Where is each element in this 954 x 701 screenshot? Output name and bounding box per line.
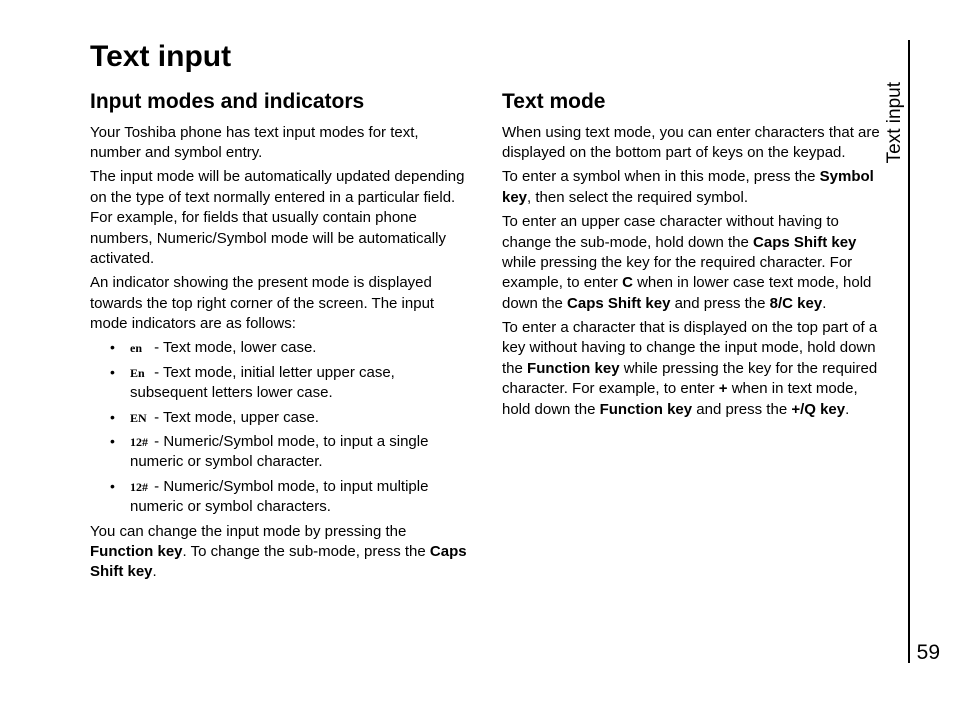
text-run: . To change the sub-mode, press the [183, 543, 430, 560]
bold-text: Function key [527, 360, 620, 377]
bold-text: 8/C key [770, 295, 823, 312]
paragraph: An indicator showing the present mode is… [90, 273, 472, 334]
paragraph: To enter a symbol when in this mode, pre… [502, 167, 884, 208]
bold-text: +/Q key [791, 401, 845, 418]
list-item: 12# - Numeric/Symbol mode, to input a si… [110, 432, 472, 473]
section-heading-input-modes: Input modes and indicators [90, 88, 472, 117]
text-run: , then select the required symbol. [527, 189, 748, 206]
list-item-text: - Text mode, lower case. [150, 339, 316, 356]
text-run: and press the [670, 295, 769, 312]
list-item-text: - Text mode, initial letter upper case, … [130, 364, 395, 401]
paragraph: To enter an upper case character without… [502, 212, 884, 314]
text-run: . [845, 401, 849, 418]
section-heading-text-mode: Text mode [502, 88, 884, 117]
text-run: and press the [692, 401, 791, 418]
bold-text: + [719, 380, 728, 397]
list-item: 12# - Numeric/Symbol mode, to input mult… [110, 477, 472, 518]
paragraph: When using text mode, you can enter char… [502, 123, 884, 164]
bold-text: Function key [90, 543, 183, 560]
page-title: Text input [90, 40, 884, 74]
text-run: . [822, 295, 826, 312]
list-item: En - Text mode, initial letter upper cas… [110, 363, 472, 404]
paragraph: You can change the input mode by pressin… [90, 522, 472, 583]
document-page: Text input Input modes and indicators Yo… [0, 0, 954, 701]
page-number: 59 [917, 641, 940, 665]
bold-text: Caps Shift key [753, 234, 856, 251]
list-item: EN - Text mode, upper case. [110, 408, 472, 428]
list-item-text: - Numeric/Symbol mode, to input multiple… [130, 478, 428, 515]
bold-text: C [622, 274, 633, 291]
mode-indicator-icon: 12# [130, 479, 150, 495]
mode-indicator-icon: 12# [130, 434, 150, 450]
list-item-text: - Text mode, upper case. [150, 409, 319, 426]
paragraph: To enter a character that is displayed o… [502, 318, 884, 420]
text-run: To enter a symbol when in this mode, pre… [502, 168, 820, 185]
paragraph: Your Toshiba phone has text input modes … [90, 123, 472, 164]
bold-text: Caps Shift key [567, 295, 670, 312]
content-columns: Input modes and indicators Your Toshiba … [90, 88, 884, 587]
side-rule [908, 40, 910, 663]
bold-text: Function key [600, 401, 693, 418]
list-item: en - Text mode, lower case. [110, 338, 472, 358]
side-section-label: Text input [885, 82, 904, 163]
mode-indicator-list: en - Text mode, lower case. En - Text mo… [90, 338, 472, 517]
text-run: . [153, 563, 157, 580]
column-left: Input modes and indicators Your Toshiba … [90, 88, 472, 587]
column-right: Text mode When using text mode, you can … [502, 88, 884, 587]
mode-indicator-icon: En [130, 365, 150, 381]
mode-indicator-icon: EN [130, 410, 150, 426]
mode-indicator-icon: en [130, 340, 150, 356]
list-item-text: - Numeric/Symbol mode, to input a single… [130, 433, 428, 470]
paragraph: The input mode will be automatically upd… [90, 167, 472, 269]
text-run: You can change the input mode by pressin… [90, 523, 406, 540]
